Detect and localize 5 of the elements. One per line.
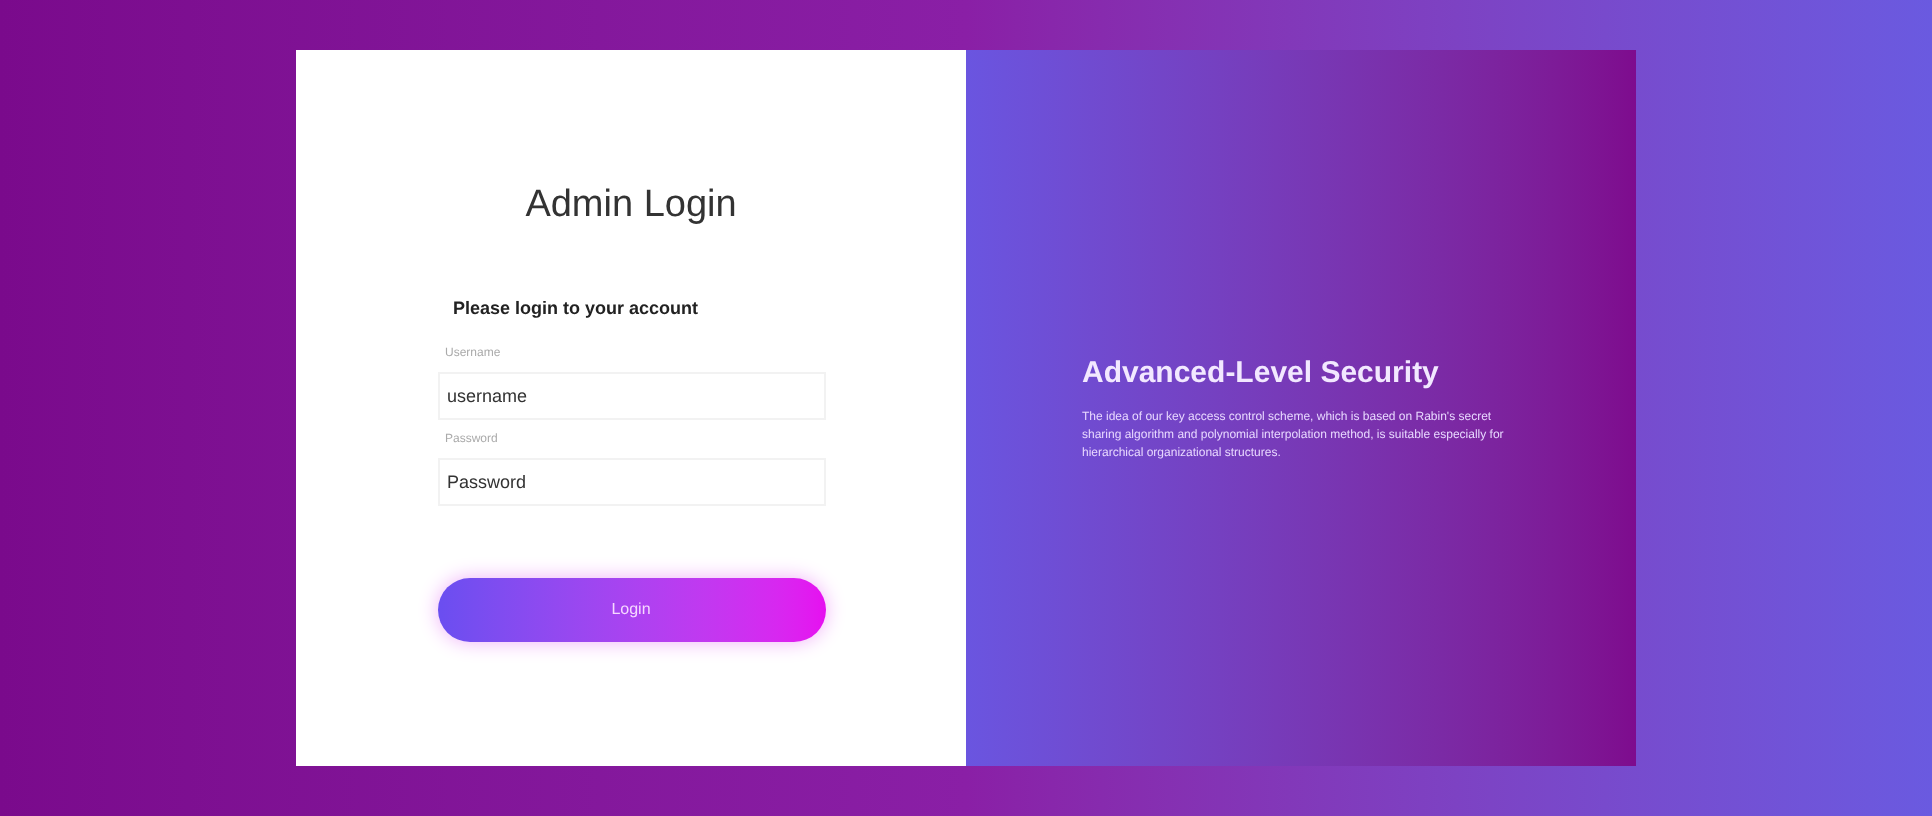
info-title: Advanced-Level Security xyxy=(1082,354,1441,395)
input-field[interactable]: username xyxy=(437,372,825,420)
login-subtitle: Please login to your account xyxy=(453,295,701,322)
login-title: Admin Login xyxy=(525,182,737,230)
input-field[interactable]: Password xyxy=(437,458,825,506)
